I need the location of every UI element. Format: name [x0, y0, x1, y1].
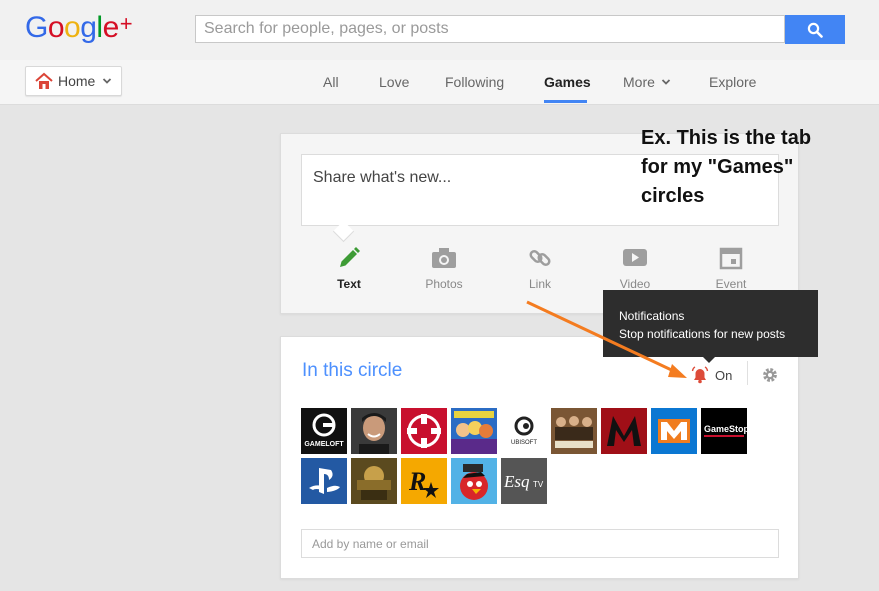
link-icon	[529, 249, 551, 267]
video-icon	[623, 249, 647, 266]
ign-logo	[407, 414, 441, 448]
tab-more-label: More	[623, 74, 655, 90]
member-avatar-gameloft[interactable]: GAMELOFT	[301, 408, 347, 454]
logo-letter: o	[47, 11, 65, 44]
share-text-label: Text	[337, 277, 361, 291]
top-bar: Google+	[0, 0, 879, 60]
m-logo	[601, 408, 647, 454]
add-member-input[interactable]	[302, 530, 772, 557]
annotation-line: for my "Games"	[641, 156, 794, 178]
bell-icon	[691, 366, 709, 384]
annotation-line: Ex. This is the tab	[641, 127, 812, 149]
tab-love[interactable]: Love	[379, 74, 409, 90]
annotation-text: Ex. This is the tab for my "Games" circl…	[641, 124, 871, 211]
cartoon-art	[451, 408, 497, 454]
search-button[interactable]	[785, 15, 845, 44]
logo-letter: G	[25, 11, 48, 44]
notification-status: On	[715, 367, 733, 383]
search-icon	[807, 22, 823, 38]
search-input[interactable]	[196, 16, 774, 42]
circle-settings-button[interactable]	[761, 366, 779, 389]
pencil-icon	[340, 247, 360, 267]
member-avatar-machinima[interactable]	[651, 408, 697, 454]
circle-card: In this circle On GAMELOFT UBISOFT GameS…	[280, 336, 799, 579]
game-poster	[551, 408, 597, 454]
game-art	[351, 458, 397, 504]
member-avatar-playstation[interactable]	[301, 458, 347, 504]
share-event-button[interactable]: Event	[691, 244, 771, 291]
tooltip-title: Notifications	[619, 309, 685, 323]
share-video-button[interactable]: Video	[595, 244, 675, 291]
tab-following[interactable]: Following	[445, 74, 504, 90]
add-member-field	[301, 529, 779, 558]
annotation-line: circles	[641, 185, 705, 207]
circle-title: In this circle	[302, 360, 403, 381]
tooltip-body: Stop notifications for new posts	[619, 327, 786, 341]
svg-text:R: R	[408, 467, 426, 496]
svg-text:GAMELOFT: GAMELOFT	[304, 441, 344, 448]
notifications-toggle[interactable]: On	[691, 366, 732, 384]
share-photos-label: Photos	[425, 277, 463, 291]
share-text-button[interactable]: Text	[309, 244, 389, 291]
member-avatar-ign[interactable]	[401, 408, 447, 454]
search-box	[195, 15, 785, 43]
camera-icon	[432, 248, 456, 268]
divider	[747, 361, 748, 385]
member-avatar-gamestop[interactable]: GameStop	[701, 408, 747, 454]
chevron-down-icon	[661, 79, 671, 85]
ubisoft-logo: UBISOFT	[511, 416, 537, 446]
birds-art	[451, 458, 497, 504]
home-label: Home	[58, 73, 96, 89]
member-avatar-esqtv[interactable]: Esq TV	[501, 458, 547, 504]
gameloft-logo: GAMELOFT	[304, 413, 344, 448]
tab-all[interactable]: All	[323, 74, 339, 90]
esqtv-logo: Esq TV	[503, 472, 544, 491]
home-icon	[35, 72, 53, 89]
active-tab-indicator	[544, 100, 587, 103]
tooltip-arrow	[702, 356, 716, 363]
member-avatar-birds[interactable]	[451, 458, 497, 504]
logo-plus: +	[119, 11, 133, 36]
member-avatar-ubisoft[interactable]: UBISOFT	[501, 408, 547, 454]
home-dropdown[interactable]: Home	[25, 66, 122, 96]
gear-icon	[763, 368, 777, 382]
share-event-label: Event	[715, 277, 747, 291]
rockstar-logo: R	[408, 467, 439, 498]
member-avatar-car-in-downtown[interactable]	[551, 408, 597, 454]
member-avatar-m-red[interactable]	[601, 408, 647, 454]
playstation-logo	[301, 458, 347, 504]
calendar-icon	[719, 247, 743, 270]
google-plus-logo[interactable]: Google+	[25, 11, 133, 45]
share-link-button[interactable]: Link	[500, 244, 580, 291]
nav-bar: Home All Love Following Games More Explo…	[0, 60, 879, 105]
chevron-down-icon	[103, 78, 112, 84]
svg-text:GameStop: GameStop	[704, 424, 747, 434]
tab-games[interactable]: Games	[544, 74, 591, 90]
share-placeholder: Share what's new...	[313, 169, 452, 186]
member-avatar-person[interactable]	[351, 408, 397, 454]
m-logo	[658, 419, 690, 443]
person-photo	[351, 408, 397, 454]
member-avatar-rockstar[interactable]: R	[401, 458, 447, 504]
gamestop-logo: GameStop	[704, 424, 747, 437]
share-photos-button[interactable]: Photos	[404, 244, 484, 291]
logo-letter: e	[102, 11, 120, 44]
share-video-label: Video	[619, 277, 651, 291]
svg-text:TV: TV	[533, 480, 544, 489]
svg-text:UBISOFT: UBISOFT	[511, 440, 537, 446]
logo-letter: g	[80, 11, 97, 44]
tab-more[interactable]: More	[623, 74, 671, 90]
logo-letter: o	[64, 11, 81, 44]
tab-explore[interactable]: Explore	[709, 74, 756, 90]
svg-text:Esq: Esq	[503, 472, 530, 491]
notifications-tooltip: Notifications Stop notifications for new…	[603, 290, 818, 357]
share-link-label: Link	[528, 277, 551, 291]
member-avatar-game-art[interactable]	[351, 458, 397, 504]
member-avatar-cartoon[interactable]	[451, 408, 497, 454]
